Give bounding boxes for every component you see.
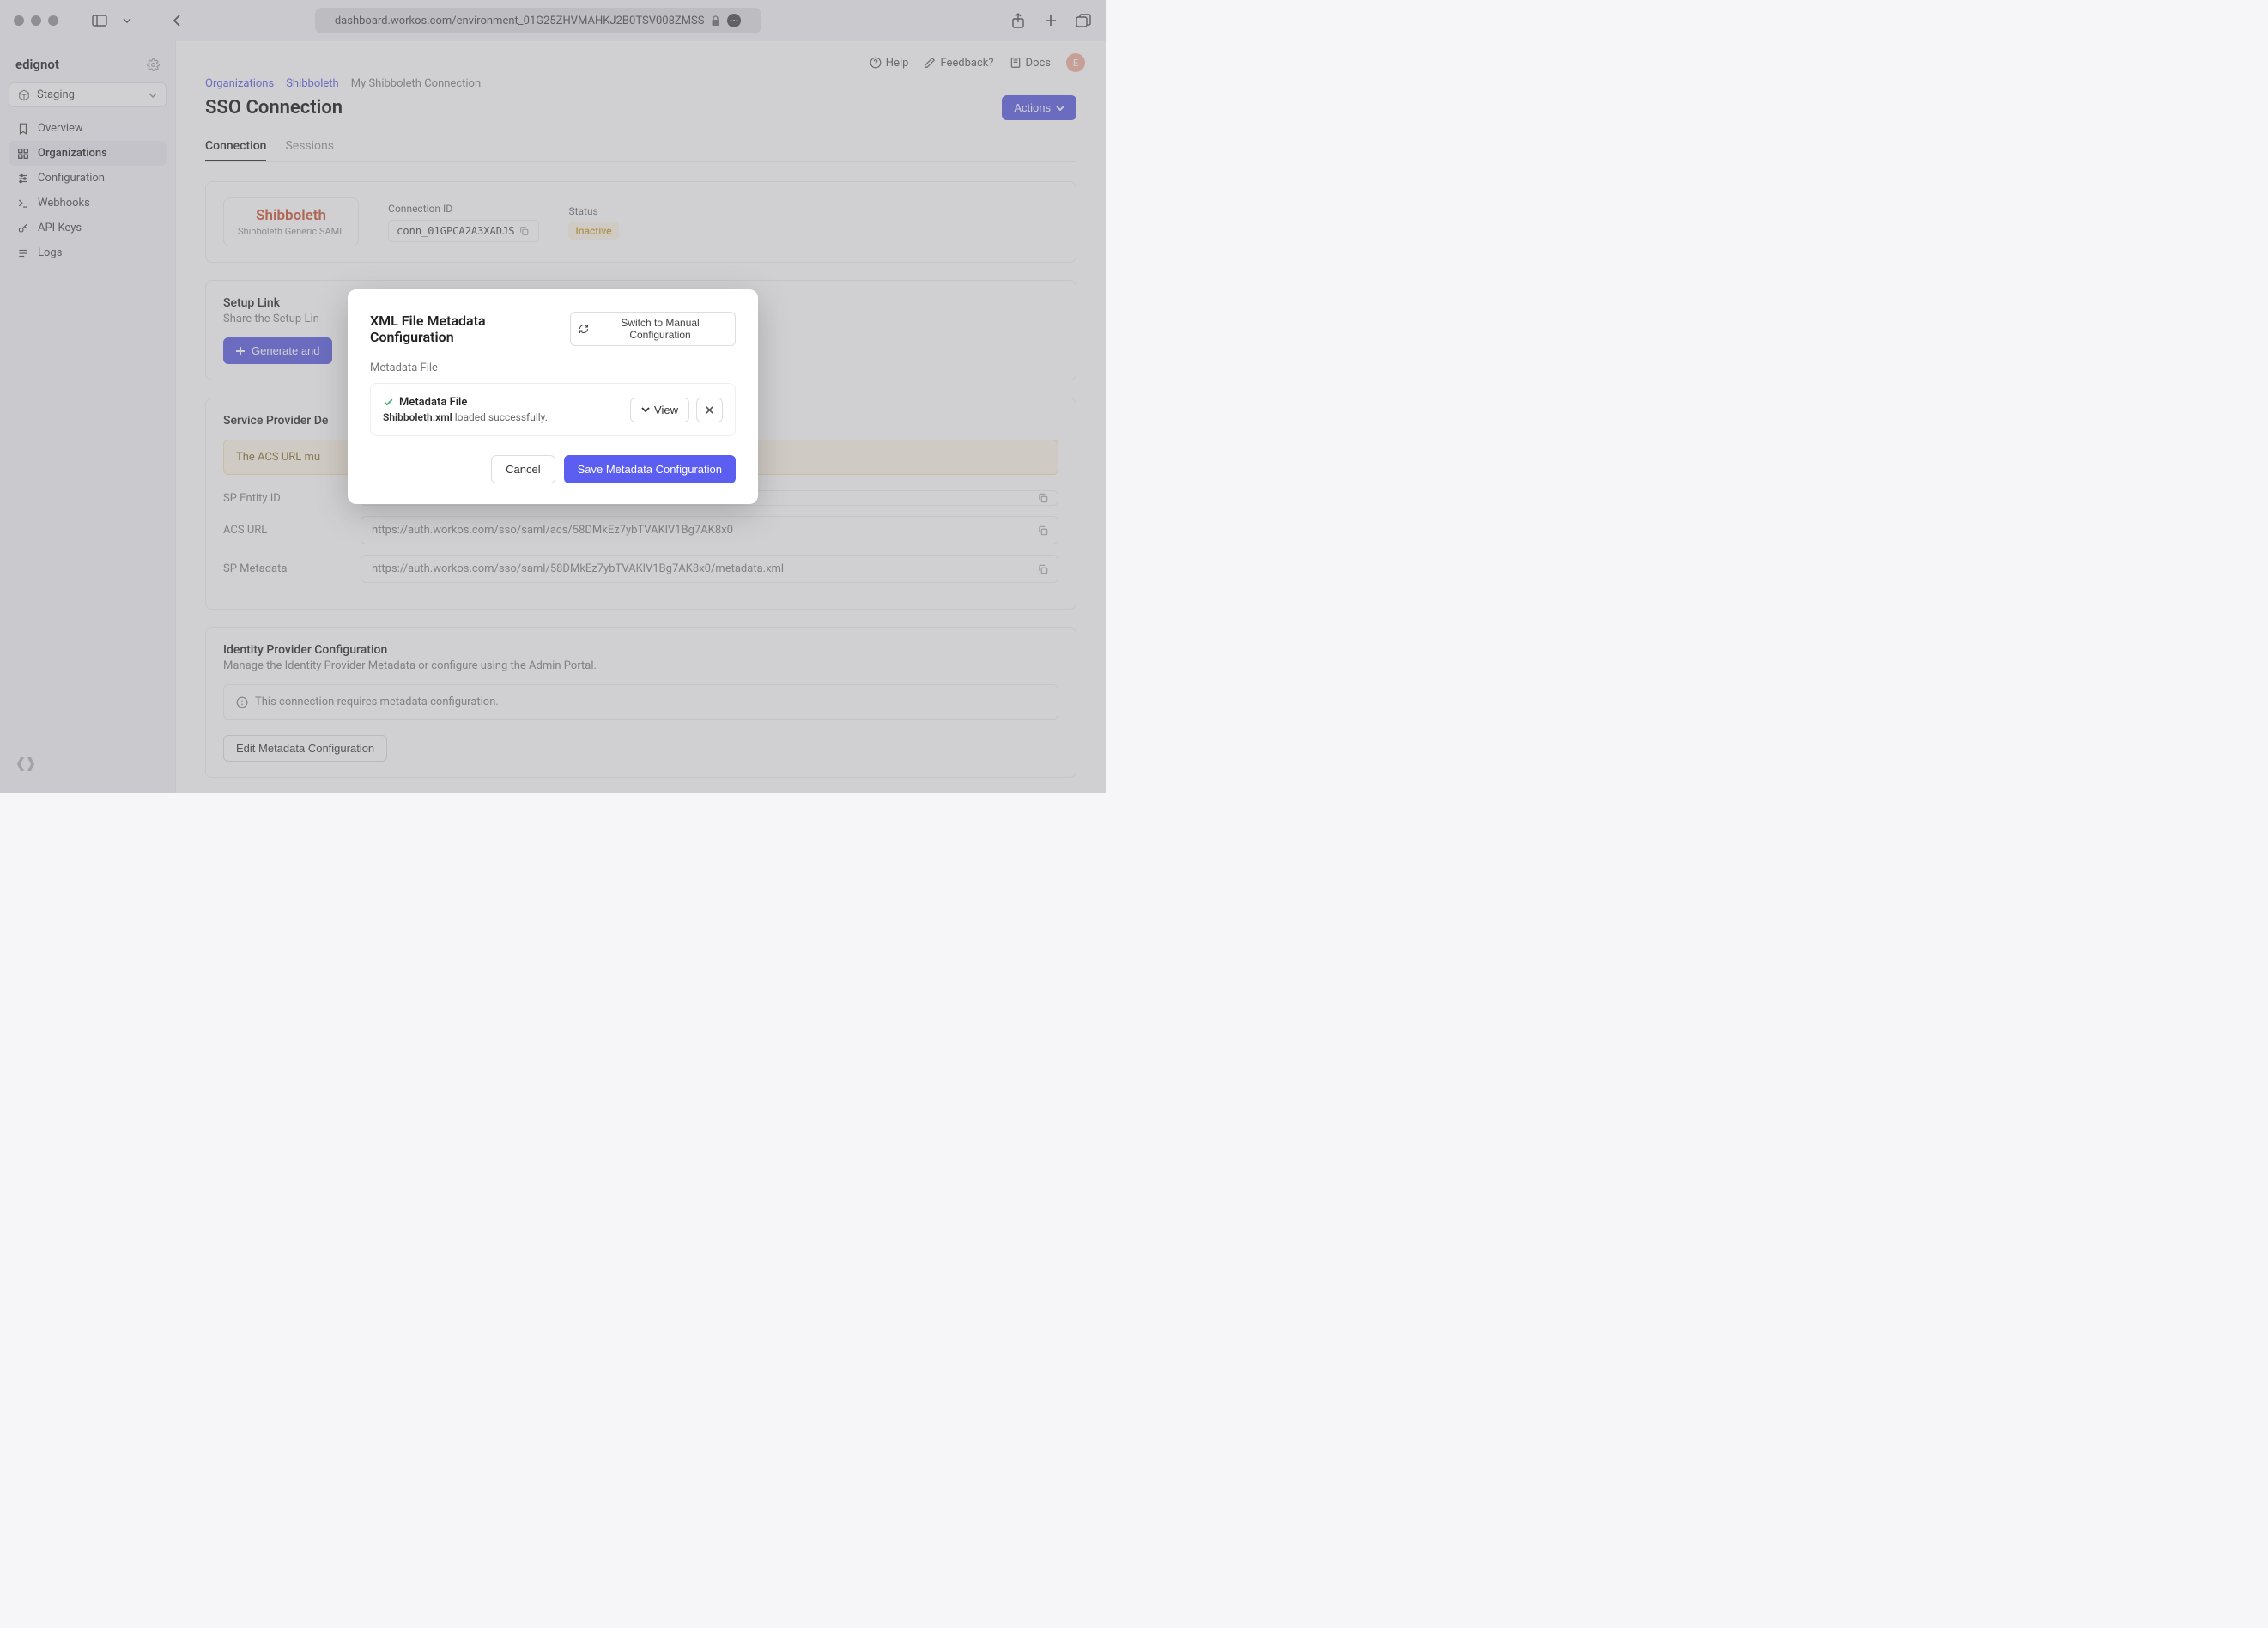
file-status-text: Shibboleth.xml loaded successfully. [383,411,548,423]
remove-file-button[interactable] [696,398,723,422]
check-icon [383,397,394,408]
refresh-icon [579,324,589,334]
file-name: Shibboleth.xml [383,411,452,423]
modal-title: XML File Metadata Configuration [370,313,561,345]
file-title: Metadata File [399,396,467,409]
modal-overlay[interactable]: XML File Metadata Configuration Switch t… [0,0,1106,793]
view-file-button[interactable]: View [630,398,689,422]
file-suffix: loaded successfully. [452,411,548,423]
save-metadata-button[interactable]: Save Metadata Configuration [564,455,736,483]
metadata-config-modal: XML File Metadata Configuration Switch t… [348,289,758,504]
switch-manual-button[interactable]: Switch to Manual Configuration [570,312,736,346]
close-icon [705,405,714,415]
metadata-file-row: Metadata File Shibboleth.xml loaded succ… [370,383,736,436]
cancel-button[interactable]: Cancel [491,455,555,483]
modal-section-label: Metadata File [370,361,736,374]
chevron-down-icon [641,407,650,412]
view-label: View [654,404,678,416]
switch-label: Switch to Manual Configuration [593,317,727,341]
